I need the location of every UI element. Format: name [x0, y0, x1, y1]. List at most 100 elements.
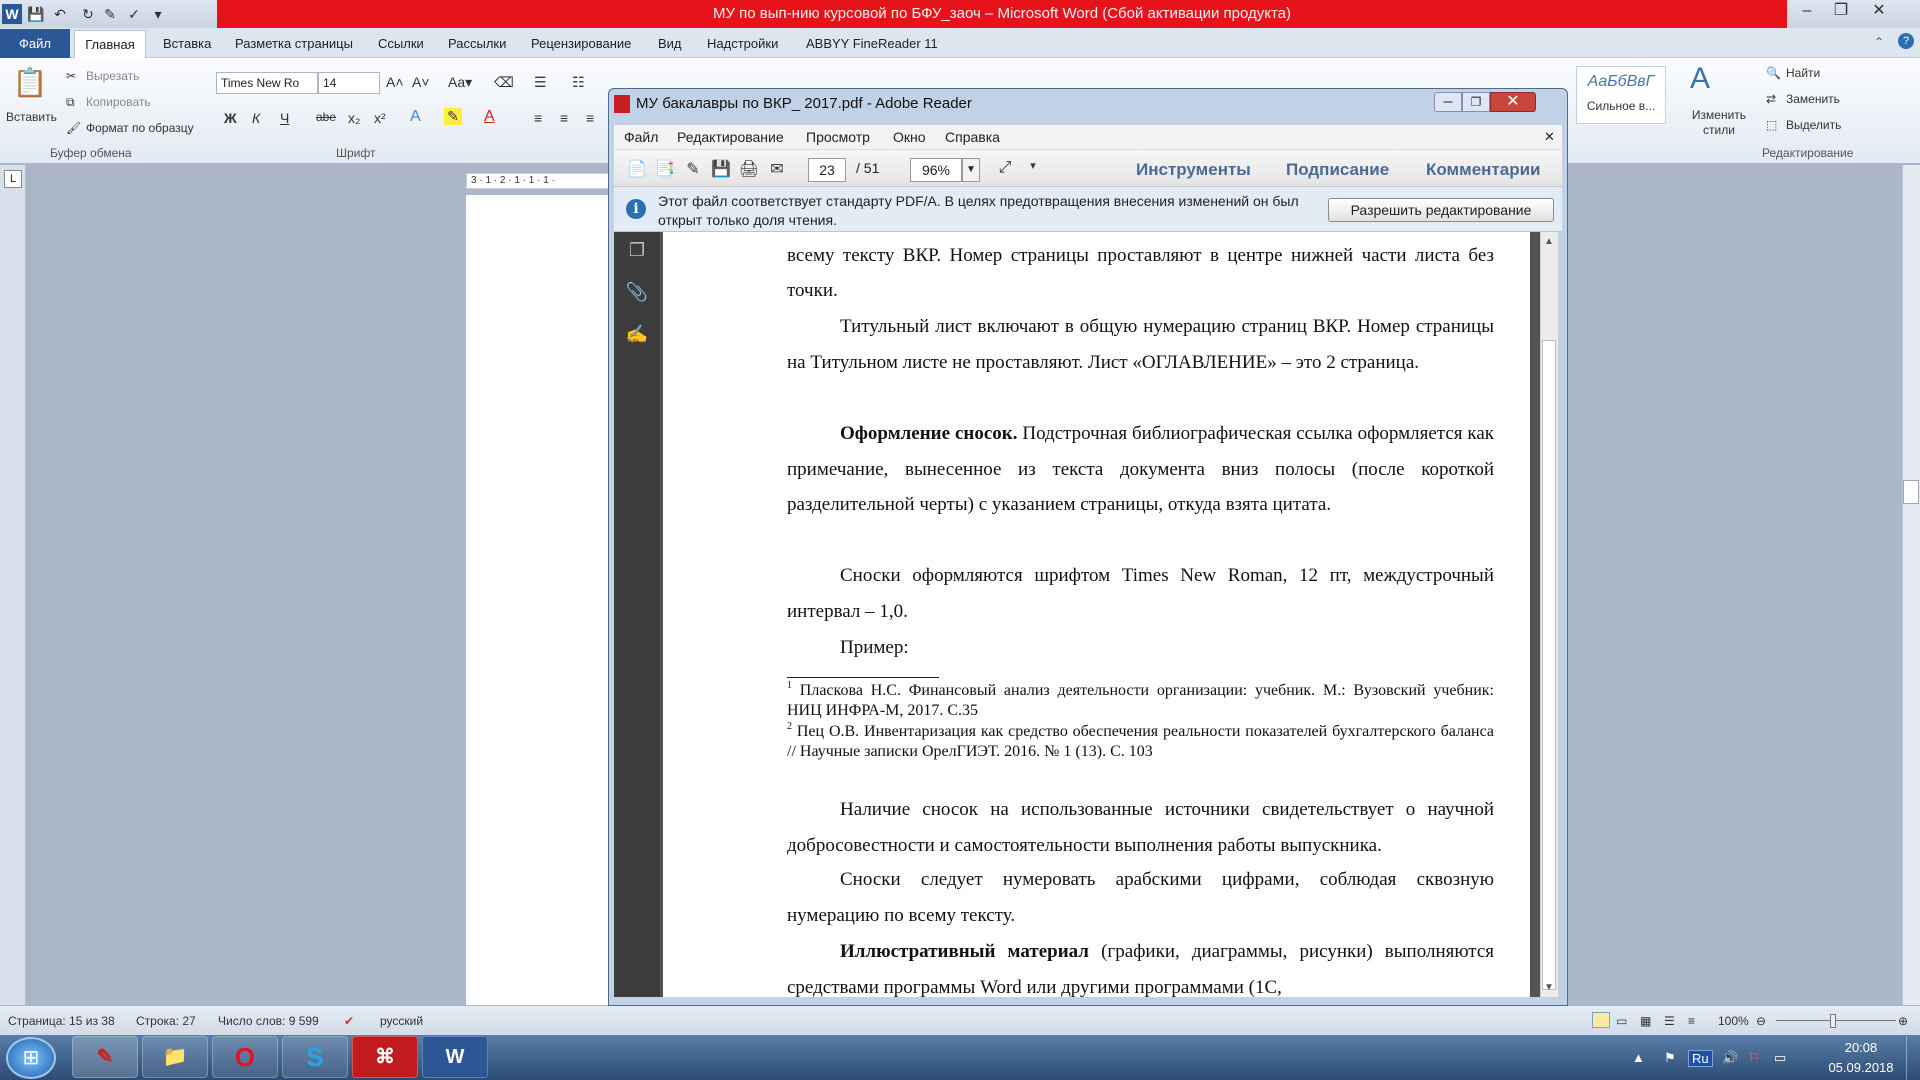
- redo-icon[interactable]: ↻: [78, 4, 98, 24]
- customize-quickaccess-icon[interactable]: ▾: [148, 4, 168, 24]
- zoom-slider[interactable]: [1776, 1020, 1896, 1021]
- bullets-icon[interactable]: ☰: [534, 74, 547, 91]
- word-app-icon[interactable]: W: [2, 4, 22, 24]
- page-thumbnails-icon[interactable]: ❐: [624, 240, 650, 266]
- shrink-font-icon[interactable]: A˅: [412, 74, 430, 90]
- tab-review[interactable]: Рецензирование: [531, 36, 631, 51]
- web-view-icon[interactable]: ▦: [1640, 1014, 1651, 1028]
- taskbar-opera-icon[interactable]: O: [212, 1036, 278, 1078]
- format-painter-button[interactable]: Формат по образцу: [86, 121, 194, 135]
- menu-window[interactable]: Окно: [893, 129, 926, 145]
- scroll-down-icon[interactable]: ▼: [1544, 982, 1554, 993]
- grow-font-icon[interactable]: A˄: [386, 74, 404, 90]
- clock-date[interactable]: 05.09.2018: [1826, 1060, 1896, 1075]
- paste-button[interactable]: Вставить: [6, 110, 57, 124]
- menu-help[interactable]: Справка: [945, 129, 1000, 145]
- replace-button[interactable]: Заменить: [1786, 92, 1840, 106]
- font-size-combo[interactable]: 14: [318, 72, 380, 94]
- reader-scroll-thumb[interactable]: [1542, 340, 1556, 990]
- word-close-button[interactable]: ✕: [1862, 0, 1896, 24]
- tab-abbyy[interactable]: ABBYY FineReader 11: [806, 36, 938, 51]
- highlight-icon[interactable]: ✎: [444, 108, 462, 125]
- edit-pdf-icon[interactable]: ✎: [682, 159, 704, 179]
- show-desktop-button[interactable]: [1906, 1036, 1920, 1080]
- word-minimize-button[interactable]: –: [1790, 0, 1824, 24]
- copy-button[interactable]: Копировать: [86, 95, 151, 109]
- tab-selector[interactable]: L: [4, 170, 22, 188]
- print-preview-icon[interactable]: ✎: [100, 4, 120, 24]
- align-left-icon[interactable]: ≡: [534, 110, 542, 126]
- taskbar-skype-icon[interactable]: S: [282, 1036, 348, 1078]
- select-button[interactable]: Выделить: [1786, 118, 1841, 132]
- email-icon[interactable]: ✉: [766, 159, 788, 179]
- tab-view[interactable]: Вид: [658, 36, 682, 51]
- save-icon[interactable]: 💾: [26, 4, 46, 24]
- tab-insert[interactable]: Вставка: [163, 36, 211, 51]
- print-layout-view-icon[interactable]: [1592, 1012, 1610, 1028]
- tab-page-layout[interactable]: Разметка страницы: [235, 36, 353, 51]
- tools-panel-link[interactable]: Инструменты: [1136, 160, 1251, 180]
- taskbar-word-icon[interactable]: W: [422, 1036, 488, 1078]
- word-vertical-scrollbar[interactable]: [1902, 165, 1920, 1005]
- tray-warning-icon[interactable]: ⚐: [1748, 1050, 1760, 1066]
- tray-network-icon[interactable]: ⚑: [1664, 1050, 1676, 1066]
- toolbar-overflow-icon[interactable]: ▾: [1022, 159, 1044, 179]
- find-button[interactable]: Найти: [1786, 66, 1820, 80]
- align-center-icon[interactable]: ≡: [560, 110, 568, 126]
- attachments-icon[interactable]: 📎: [624, 282, 650, 308]
- clock-time[interactable]: 20:08: [1826, 1040, 1896, 1055]
- taskbar-explorer-icon[interactable]: 📁: [142, 1036, 208, 1078]
- word-maximize-button[interactable]: ❐: [1824, 0, 1858, 24]
- taskbar-acrobat-icon[interactable]: ⌘: [352, 1036, 418, 1078]
- tab-file[interactable]: Файл: [0, 29, 70, 58]
- align-right-icon[interactable]: ≡: [586, 110, 594, 126]
- menu-edit[interactable]: Редактирование: [677, 129, 784, 145]
- fit-page-icon[interactable]: ⤢: [994, 159, 1016, 179]
- tray-expand-icon[interactable]: ▲: [1632, 1050, 1645, 1065]
- comments-panel-link[interactable]: Комментарии: [1426, 160, 1540, 180]
- zoom-out-icon[interactable]: ⊖: [1756, 1014, 1766, 1028]
- zoom-input[interactable]: 96%: [910, 158, 962, 182]
- undo-icon[interactable]: ↶: [50, 4, 70, 24]
- zoom-in-icon[interactable]: ⊕: [1898, 1014, 1908, 1028]
- status-word-count[interactable]: Число слов: 9 599: [218, 1014, 319, 1028]
- font-name-combo[interactable]: Times New Ro: [216, 72, 318, 94]
- menu-file[interactable]: Файл: [624, 129, 658, 145]
- italic-button[interactable]: К: [252, 110, 260, 126]
- sign-panel-link[interactable]: Подписание: [1286, 160, 1389, 180]
- clear-format-icon[interactable]: ⌫: [494, 74, 514, 91]
- reader-close-button[interactable]: ✕: [1490, 92, 1536, 112]
- change-case-icon[interactable]: Aa▾: [448, 74, 472, 91]
- page-number-input[interactable]: 23: [808, 158, 846, 182]
- superscript-icon[interactable]: x²: [374, 110, 386, 126]
- subscript-icon[interactable]: x₂: [348, 110, 360, 126]
- underline-button[interactable]: Ч: [280, 110, 289, 126]
- create-pdf-icon[interactable]: 📄: [626, 159, 648, 179]
- draft-view-icon[interactable]: ≡: [1688, 1014, 1695, 1028]
- menu-view[interactable]: Просмотр: [806, 129, 870, 145]
- style-strong[interactable]: АаБбВвГ Сильное в...: [1576, 66, 1666, 124]
- tray-volume-icon[interactable]: 🔊: [1722, 1050, 1738, 1066]
- zoom-dropdown-icon[interactable]: ▼: [962, 158, 980, 182]
- text-effects-icon[interactable]: A: [410, 108, 421, 126]
- zoom-level[interactable]: 100%: [1718, 1014, 1749, 1028]
- status-page[interactable]: Страница: 15 из 38: [8, 1014, 115, 1028]
- tab-references[interactable]: Ссылки: [378, 36, 424, 51]
- word-scroll-thumb[interactable]: [1903, 480, 1919, 504]
- tab-mailings[interactable]: Рассылки: [448, 36, 506, 51]
- start-button[interactable]: ⊞: [6, 1037, 56, 1079]
- help-icon[interactable]: ?: [1898, 33, 1914, 49]
- font-color-icon[interactable]: A: [484, 108, 495, 126]
- reader-maximize-button[interactable]: ❐: [1462, 92, 1490, 112]
- bold-button[interactable]: Ж: [224, 110, 237, 126]
- paste-icon[interactable]: 📋: [12, 66, 48, 102]
- combine-files-icon[interactable]: 📑: [654, 159, 676, 179]
- tab-addins[interactable]: Надстройки: [707, 36, 778, 51]
- outline-view-icon[interactable]: ☰: [1664, 1014, 1675, 1028]
- enable-editing-button[interactable]: Разрешить редактирование: [1328, 198, 1554, 222]
- numbering-icon[interactable]: ☷: [572, 74, 585, 91]
- reading-view-icon[interactable]: ▭: [1616, 1014, 1627, 1028]
- reader-minimize-button[interactable]: –: [1434, 92, 1462, 112]
- change-styles-button[interactable]: Изменить стили: [1688, 108, 1750, 138]
- strikethrough-button[interactable]: abe: [316, 110, 336, 124]
